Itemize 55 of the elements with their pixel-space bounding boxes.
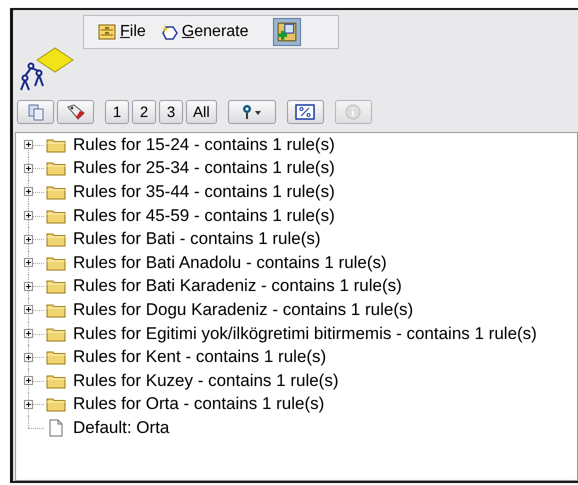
expand-icon[interactable] [24, 282, 33, 291]
menu-item[interactable]: Generate [156, 21, 253, 43]
expand-icon[interactable] [24, 258, 33, 268]
level-button[interactable]: All [186, 100, 217, 124]
tree-item[interactable]: Rules for Kent - contains 1 rule(s) [73, 347, 326, 368]
folder-icon [46, 326, 66, 342]
expand-icon[interactable] [24, 352, 33, 362]
info-icon [345, 104, 362, 120]
folder-icon [46, 231, 66, 248]
expand-icon[interactable] [24, 187, 33, 196]
tree-item[interactable]: Rules for 25-34 - contains 1 rule(s) [73, 158, 335, 178]
tree-item[interactable]: Rules for Bati Karadeniz - contains 1 rule(s) [73, 276, 402, 296]
tree-item[interactable]: Rules for Orta - contains 1 rule(s) [73, 394, 324, 414]
picture-plus-icon [276, 21, 298, 43]
expand-icon[interactable] [24, 376, 33, 386]
file-cabinet-icon [98, 24, 116, 40]
folder-icon [46, 160, 66, 176]
tree-item[interactable]: Rules for Bati Anadolu - contains 1 rule(s) [73, 252, 387, 273]
tree-item[interactable]: Rules for Kuzey - contains 1 rule(s) [73, 370, 338, 391]
folder-icon [46, 184, 66, 200]
tree-item[interactable]: Rules for 45-59 - contains 1 rule(s) [73, 206, 335, 226]
folder-icon [46, 302, 66, 318]
level-button[interactable]: 2 [132, 100, 156, 124]
folder-icon [46, 349, 66, 366]
tag-icon [66, 103, 86, 121]
folder-icon [46, 372, 66, 389]
expand-icon[interactable] [24, 329, 33, 338]
percent-button[interactable] [286, 100, 324, 124]
expand-icon[interactable] [24, 211, 33, 220]
expand-icon[interactable] [24, 140, 33, 150]
copy-button[interactable] [17, 100, 54, 124]
insert-node-button[interactable] [272, 18, 301, 46]
pin-dropdown-button[interactable] [228, 100, 276, 124]
folder-icon [46, 278, 66, 294]
tree-item[interactable]: Rules for 15-24 - contains 1 rule(s) [73, 134, 335, 155]
tree-item[interactable]: Default: Orta [73, 418, 170, 438]
tree-item[interactable]: Rules for Bati - contains 1 rule(s) [73, 229, 321, 250]
level-button[interactable]: 1 [105, 100, 129, 124]
percent-icon [295, 104, 316, 120]
folder-icon [46, 208, 66, 224]
expand-icon[interactable] [24, 305, 33, 314]
folder-icon [46, 136, 66, 153]
tree-item[interactable]: Rules for Dogu Karadeniz - contains 1 rule(s) [73, 300, 414, 320]
folder-icon [46, 254, 66, 271]
menu-item[interactable]: File [94, 21, 150, 43]
tag-button[interactable] [57, 100, 94, 124]
level-button[interactable]: 3 [159, 100, 183, 124]
folder-icon [46, 396, 66, 412]
tree-item[interactable]: Rules for 35-44 - contains 1 rule(s) [73, 182, 335, 202]
copy-icon [26, 103, 44, 121]
sparkle-hexagon-icon [160, 24, 178, 40]
expand-icon[interactable] [24, 164, 33, 173]
expand-icon[interactable] [24, 234, 33, 244]
tree-item[interactable]: Rules for Egitimi yok/ilkögretimi bitirmemis - contains 1 rule(s) [73, 324, 537, 344]
expand-icon[interactable] [24, 400, 33, 409]
